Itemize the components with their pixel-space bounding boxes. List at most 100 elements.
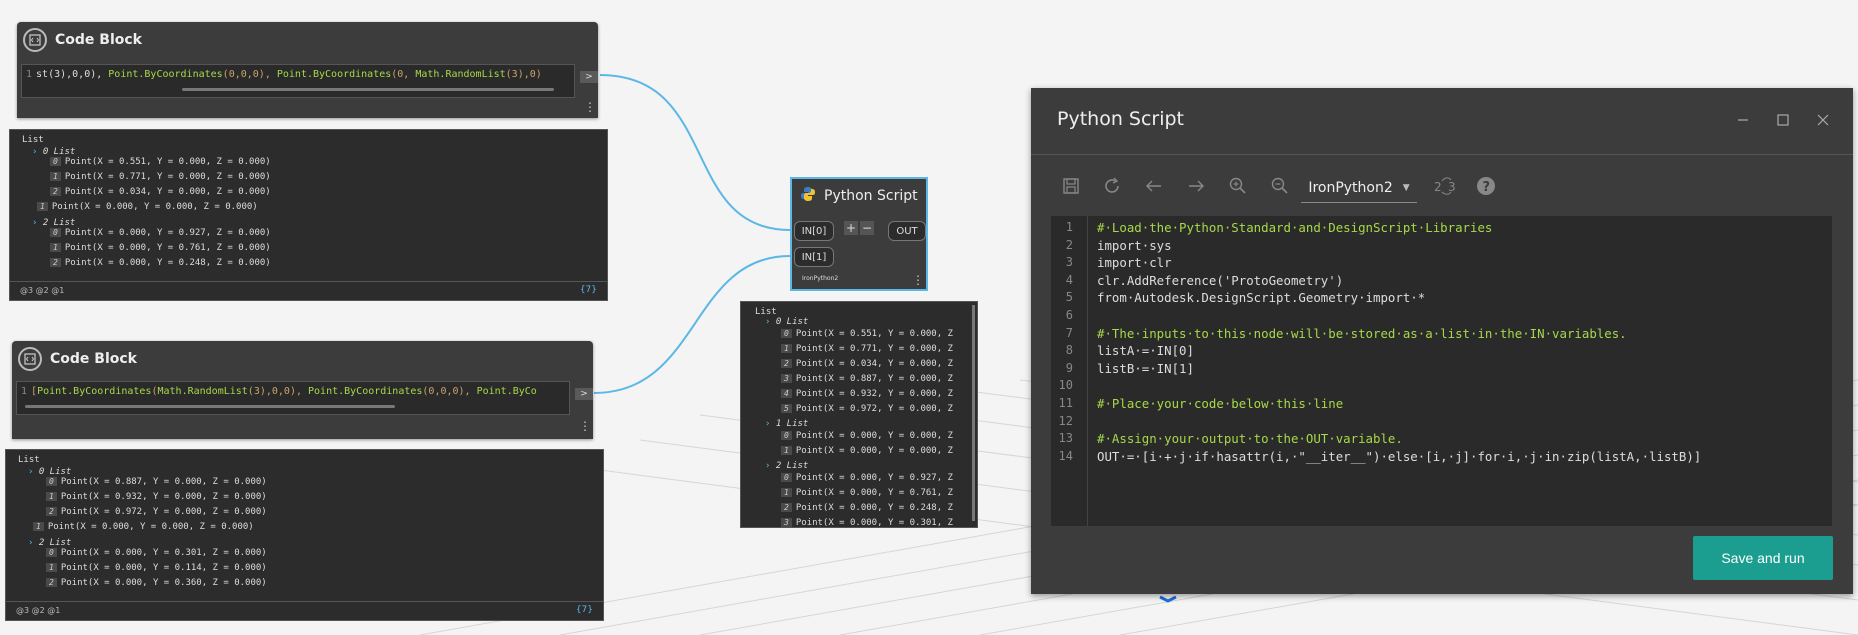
redo-icon[interactable] <box>1184 174 1208 198</box>
code-line[interactable]: #·Assign·your·output·to·the·OUT·variable… <box>1097 430 1701 448</box>
svg-text:?: ? <box>1483 180 1491 195</box>
list-group-0[interactable]: › 0 List <box>32 147 75 157</box>
code-line[interactable]: import·sys <box>1097 237 1701 255</box>
item-value: Point(X = 0.771, Y = 0.000, Z = 0.000) <box>64 172 271 182</box>
list-group-0[interactable]: › 0 List <box>28 467 71 477</box>
item-index: 4 <box>781 389 792 398</box>
item-value: Point(X = 0.000, Y = 0.000, Z <box>795 446 953 456</box>
undo-icon[interactable] <box>1142 174 1166 198</box>
list-item: 0 Point(X = 0.887, Y = 0.000, Z = 0.000) <box>46 477 267 487</box>
item-index: 0 <box>50 228 61 237</box>
node-menu-icon[interactable]: ⋮ <box>912 273 924 287</box>
code-line[interactable]: OUT·=·[i·+·j·if·hasattr(i,·"__iter__")·e… <box>1097 448 1701 466</box>
line-number: 9 <box>1065 360 1073 375</box>
node-menu-icon[interactable]: ⋮ <box>579 419 591 433</box>
list-group-2[interactable]: › 2 List <box>765 461 808 471</box>
python-script-node[interactable]: Python Script IN[0] IN[1] + − OUT IronPy… <box>790 177 928 291</box>
code-block-editor[interactable]: 1 [Point.ByCoordinates(Math.RandomList(3)… <box>16 381 570 415</box>
chevron-right-icon: › <box>28 538 34 548</box>
output-port[interactable]: > <box>580 71 598 83</box>
node-menu-icon[interactable]: ⋮ <box>584 100 596 114</box>
item-value: Point(X = 0.000, Y = 0.248, Z <box>795 503 953 513</box>
item-index: 3 <box>781 374 792 383</box>
list-item: 1 Point(X = 0.771, Y = 0.000, Z = 0.000) <box>50 172 271 182</box>
code-text: (3),0) <box>505 69 542 80</box>
code-line[interactable]: listB·=·IN[1] <box>1097 360 1701 378</box>
line-number: 2 <box>1065 237 1073 252</box>
maximize-button[interactable] <box>1773 110 1793 130</box>
code-line[interactable]: clr.AddReference('ProtoGeometry') <box>1097 272 1701 290</box>
remove-input-button[interactable]: − <box>860 221 874 235</box>
item-value: Point(X = 0.000, Y = 0.000, Z <box>795 431 953 441</box>
list-group-1[interactable]: › 1 List <box>765 419 808 429</box>
item-value: Point(X = 0.771, Y = 0.000, Z <box>795 344 953 354</box>
list-label: 0 List <box>38 467 72 477</box>
code-line[interactable]: listA·=·IN[0] <box>1097 342 1701 360</box>
list-levels[interactable]: @3 @2 @1 <box>20 286 64 295</box>
code-line[interactable]: #·Load·the·Python·Standard·and·DesignScr… <box>1097 219 1701 237</box>
list-group-2[interactable]: › 2 List <box>28 538 71 548</box>
horizontal-scrollbar[interactable] <box>182 88 554 91</box>
code-line[interactable] <box>1097 413 1701 431</box>
close-button[interactable] <box>1813 110 1833 130</box>
code-line[interactable]: from·Autodesk.DesignScript.Geometry·impo… <box>1097 289 1701 307</box>
list-item: 1 Point(X = 0.000, Y = 0.000, Z <box>781 446 953 456</box>
item-index: 1 <box>50 243 61 252</box>
item-value: Point(X = 0.551, Y = 0.000, Z = 0.000) <box>64 157 271 167</box>
minimize-button[interactable] <box>1733 110 1753 130</box>
list-group-2[interactable]: › 2 List <box>32 218 75 228</box>
item-index: 1 <box>781 446 792 455</box>
item-index: 0 <box>46 477 57 486</box>
code-block-node-2[interactable]: Code Block 1 [Point.ByCoordinates(Math.Ra… <box>12 341 593 439</box>
list-group-0[interactable]: › 0 List <box>765 317 808 327</box>
editor-title: Python Script <box>1057 108 1185 130</box>
code-line[interactable]: #·Place·your·code·below·this·line <box>1097 395 1701 413</box>
code-block-node-1[interactable]: Code Block 1 st(3),0,0), Point.ByCoordina… <box>17 22 598 118</box>
code-block-header[interactable]: Code Block <box>12 341 593 377</box>
item-index: 1 <box>37 202 48 211</box>
list-item: 0 Point(X = 0.000, Y = 0.000, Z <box>781 431 953 441</box>
item-index: 2 <box>46 578 57 587</box>
save-and-run-button[interactable]: Save and run <box>1693 536 1833 580</box>
output-port[interactable]: > <box>575 388 593 400</box>
list-item: 2 Point(X = 0.000, Y = 0.248, Z = 0.000) <box>50 258 271 268</box>
code-line[interactable] <box>1097 307 1701 325</box>
input-port-in0[interactable]: IN[0] <box>794 221 834 241</box>
horizontal-scrollbar[interactable] <box>25 405 395 408</box>
item-value: Point(X = 0.000, Y = 0.301, Z = 0.000) <box>60 548 267 558</box>
run-icon[interactable] <box>1100 174 1124 198</box>
input-port-in1[interactable]: IN[1] <box>794 247 834 267</box>
code-block-header[interactable]: Code Block <box>17 22 598 58</box>
preview-footer: @3 @2 @1 {7} <box>10 281 607 300</box>
code-line[interactable]: 1 st(3),0,0), Point.ByCoordinates(0,0,0),… <box>22 65 574 83</box>
item-value: Point(X = 0.034, Y = 0.000, Z = 0.000) <box>64 187 271 197</box>
item-count: {7} <box>575 605 593 615</box>
code-line[interactable]: import·clr <box>1097 254 1701 272</box>
code-editor[interactable]: 1 2 3 4 5 6 7 8 9 10 11 12 13 14 #·Load·… <box>1051 216 1832 526</box>
code-line[interactable] <box>1097 377 1701 395</box>
migration-icon[interactable]: 23 <box>1432 174 1460 198</box>
zoom-out-icon[interactable] <box>1268 174 1292 198</box>
list-label: 2 List <box>775 461 809 471</box>
vertical-scrollbar[interactable] <box>972 305 975 521</box>
code-text: Point.ByCoordinates <box>37 386 152 397</box>
code-line[interactable]: #·The·inputs·to·this·node·will·be·stored… <box>1097 325 1701 343</box>
code-text: Math.RandomList <box>157 386 248 397</box>
code-lines[interactable]: #·Load·the·Python·Standard·and·DesignScr… <box>1097 219 1701 465</box>
node-header[interactable]: Python Script <box>792 179 926 213</box>
code-block-editor[interactable]: 1 st(3),0,0), Point.ByCoordinates(0,0,0),… <box>21 64 575 98</box>
help-icon[interactable]: ? <box>1474 174 1498 198</box>
engine-dropdown[interactable]: IronPython2 ▼ <box>1301 174 1417 203</box>
code-text: (0, <box>391 69 416 80</box>
item-value: Point(X = 0.887, Y = 0.000, Z <box>795 374 953 384</box>
gutter-divider <box>1087 216 1088 526</box>
item-index: 1 <box>50 172 61 181</box>
save-icon[interactable] <box>1059 174 1083 198</box>
list-item: 2 Point(X = 0.034, Y = 0.000, Z <box>781 359 953 369</box>
list-label: 0 List <box>775 317 809 327</box>
add-input-button[interactable]: + <box>844 221 858 235</box>
code-line[interactable]: 1 [Point.ByCoordinates(Math.RandomList(3)… <box>17 382 569 400</box>
output-port-out[interactable]: OUT <box>888 221 926 241</box>
list-levels[interactable]: @3 @2 @1 <box>16 606 60 615</box>
zoom-in-icon[interactable] <box>1226 174 1250 198</box>
